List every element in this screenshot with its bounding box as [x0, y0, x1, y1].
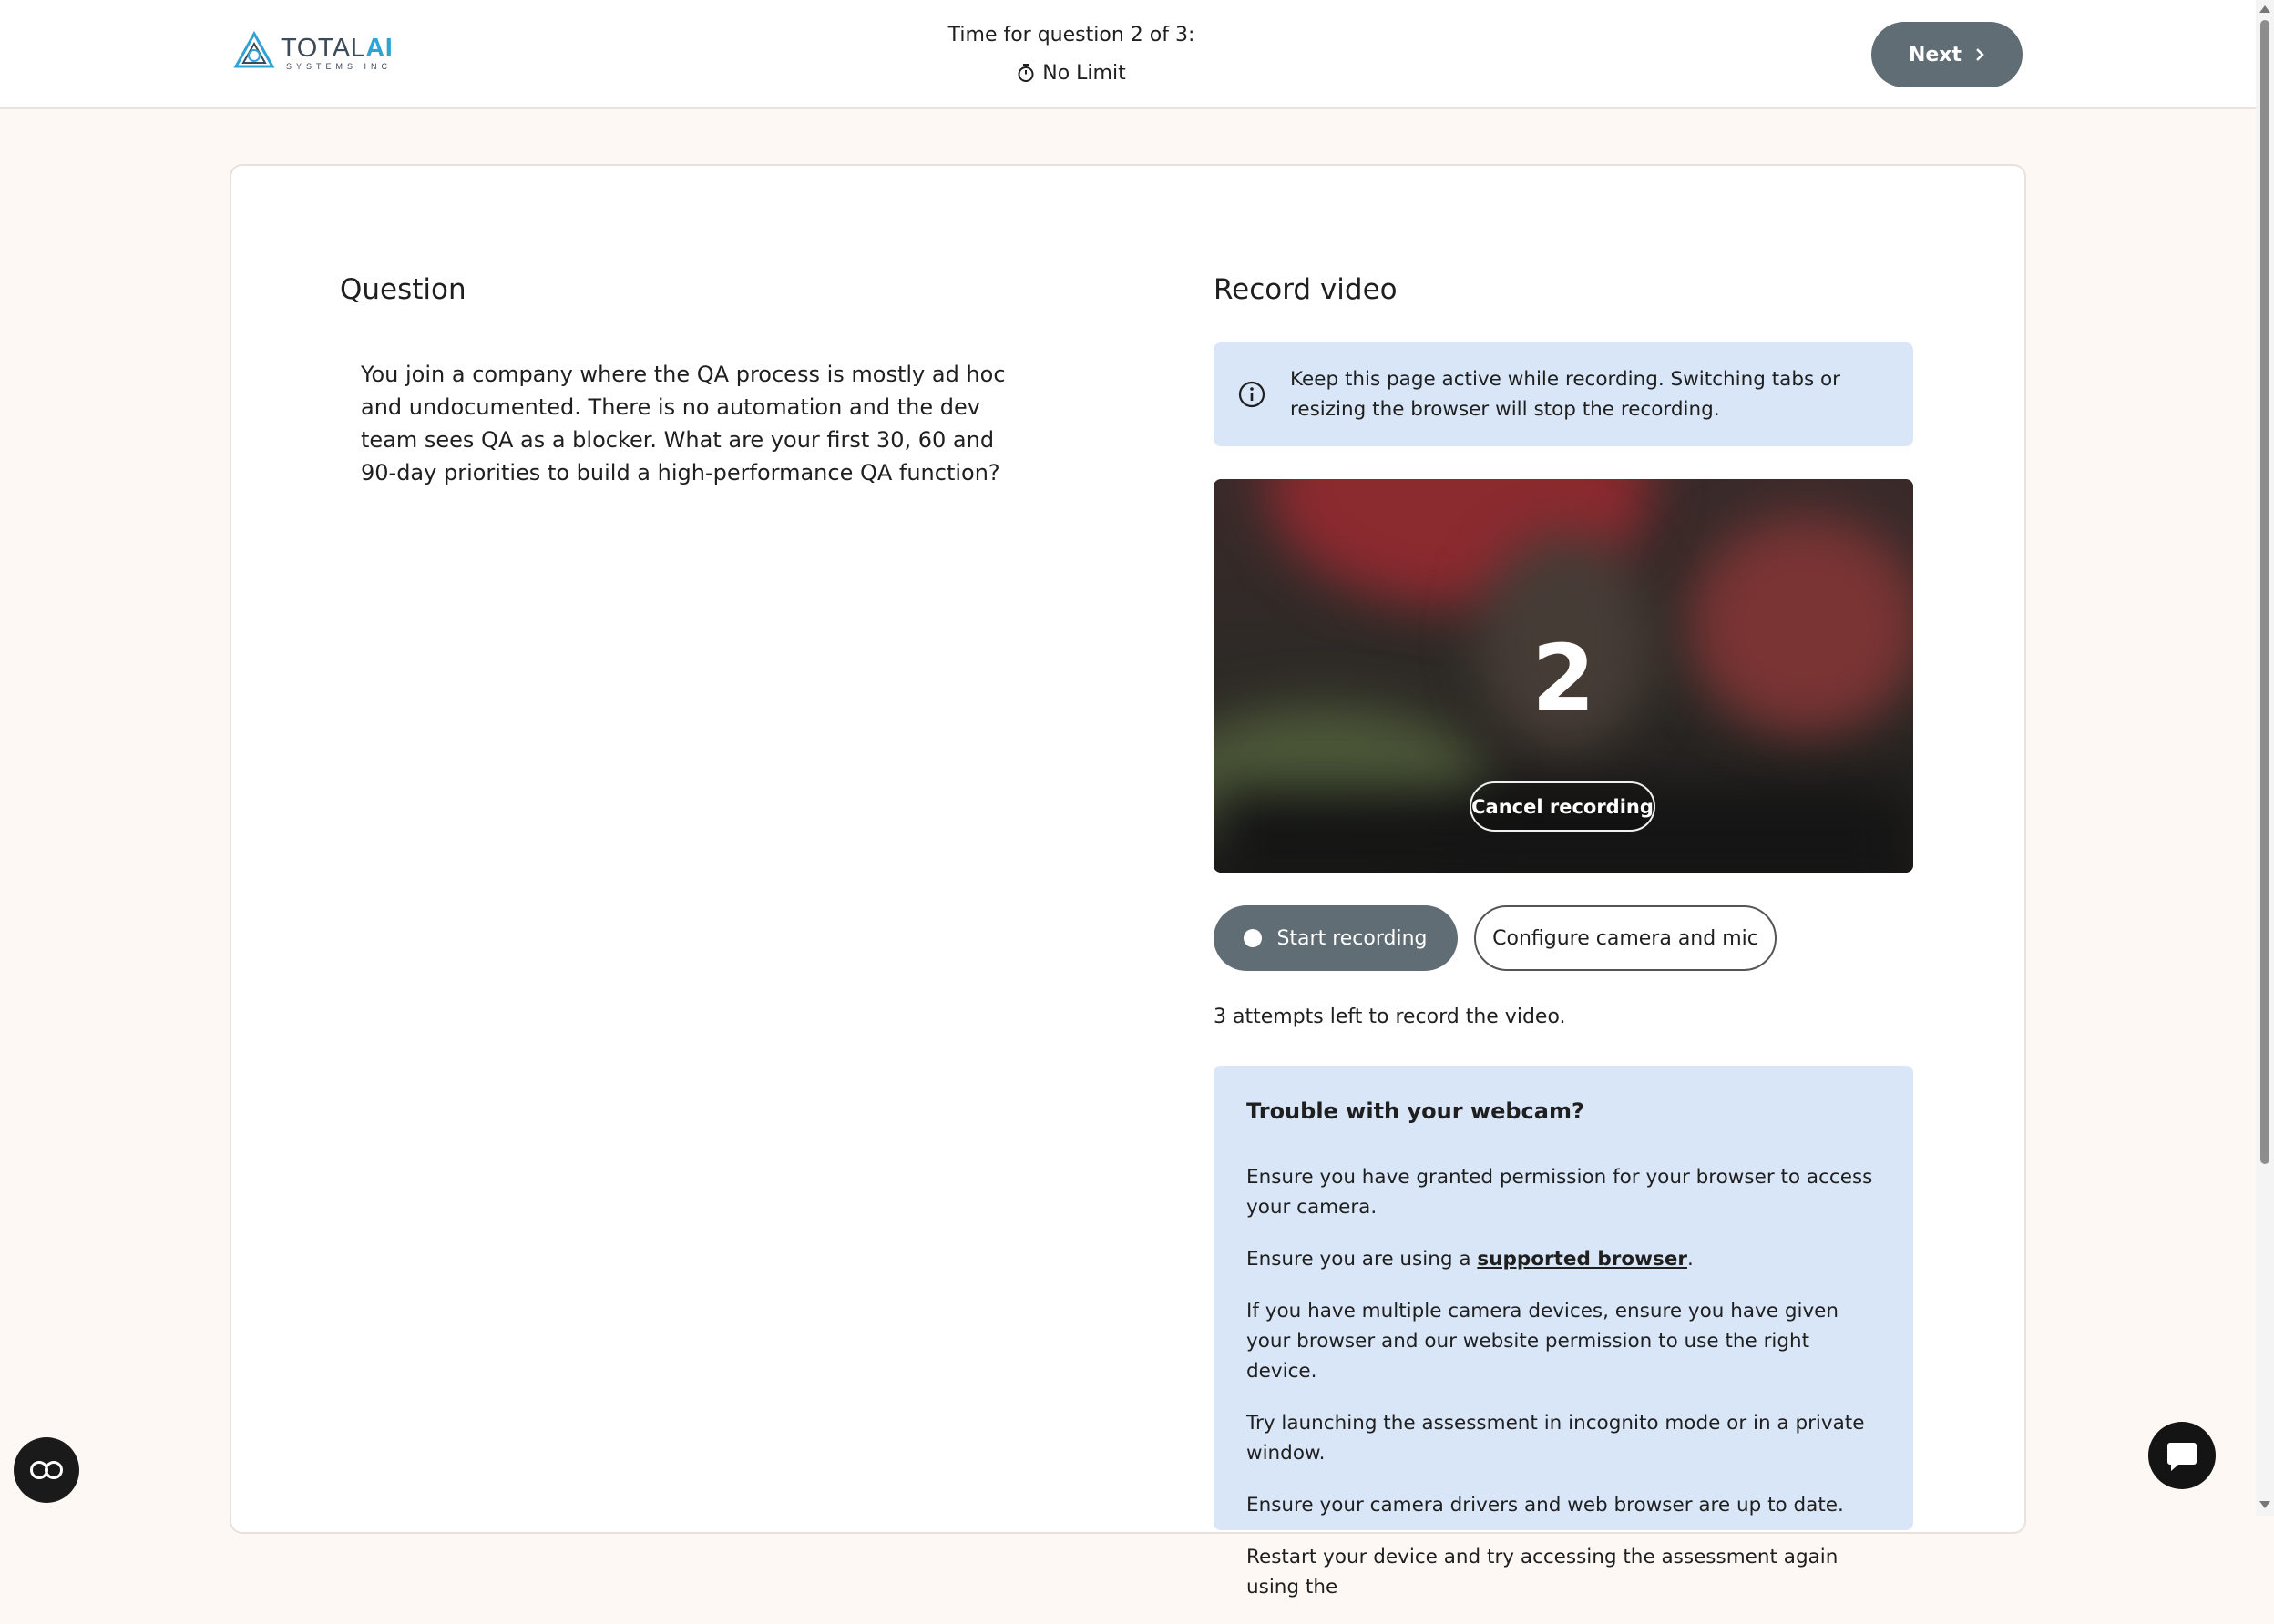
- chevron-right-icon: [1976, 48, 1984, 61]
- attempts-remaining: 3 attempts left to record the video.: [1214, 1006, 1566, 1028]
- scroll-up-arrow-icon[interactable]: [2259, 5, 2270, 13]
- supported-browser-link[interactable]: supported browser: [1477, 1248, 1687, 1271]
- recording-notice: Keep this page active while recording. S…: [1214, 342, 1913, 446]
- accessibility-button[interactable]: [14, 1437, 79, 1503]
- recording-countdown: 2: [1531, 625, 1595, 731]
- recording-notice-text: Keep this page active while recording. S…: [1290, 368, 1841, 421]
- tip-supported-browser: Ensure you are using a supported browser…: [1246, 1248, 1694, 1271]
- question-timer-value: No Limit: [911, 62, 1232, 85]
- record-dot-icon: [1244, 929, 1263, 947]
- start-recording-button[interactable]: Start recording: [1214, 905, 1458, 971]
- troubleshooting-title: Trouble with your webcam?: [1246, 1098, 1584, 1124]
- start-recording-label: Start recording: [1276, 926, 1428, 950]
- company-logo: TOTALAI SYSTEMS INC: [233, 31, 393, 77]
- question-text: You join a company where the QA process …: [361, 362, 1006, 485]
- question-heading: Question: [340, 273, 466, 306]
- webcam-troubleshooting-panel: Trouble with your webcam? Ensure you hav…: [1214, 1066, 1913, 1598]
- question-timer-label: Time for question 2 of 3:: [948, 24, 1195, 46]
- accessibility-icon: [30, 1461, 63, 1479]
- configure-camera-mic-button[interactable]: Configure camera and mic: [1474, 905, 1777, 971]
- troubleshooting-tips: Ensure you have granted permission for y…: [1246, 1162, 1884, 1624]
- scrollbar-thumb[interactable]: [2260, 20, 2269, 1164]
- chat-button[interactable]: [2148, 1422, 2216, 1489]
- video-preview: 2 Cancel recording: [1214, 479, 1913, 873]
- tip-incognito: Try launching the assessment in incognit…: [1246, 1412, 1865, 1465]
- next-button-label: Next: [1908, 43, 1962, 66]
- logo-wordmark: TOTALAI: [281, 34, 394, 63]
- logo-subtitle: SYSTEMS INC: [286, 62, 393, 71]
- cancel-recording-button[interactable]: Cancel recording: [1470, 781, 1655, 832]
- logo-icon: [233, 31, 275, 68]
- info-icon: [1238, 381, 1265, 408]
- tip-restart-device: Restart your device and try accessing th…: [1246, 1546, 1839, 1598]
- tip-update-drivers: Ensure your camera drivers and web brows…: [1246, 1494, 1844, 1517]
- chat-icon: [2167, 1443, 2197, 1471]
- stopwatch-icon: [1018, 64, 1034, 82]
- scroll-down-arrow-icon[interactable]: [2259, 1501, 2270, 1508]
- top-bar: TOTALAI SYSTEMS INC Time for question 2 …: [0, 0, 2256, 109]
- timer-value-text: No Limit: [1042, 62, 1126, 85]
- tip-permission: Ensure you have granted permission for y…: [1246, 1166, 1873, 1219]
- record-video-heading: Record video: [1214, 273, 1398, 306]
- tip-multiple-cameras: If you have multiple camera devices, ens…: [1246, 1300, 1839, 1383]
- next-button[interactable]: Next: [1871, 22, 2023, 87]
